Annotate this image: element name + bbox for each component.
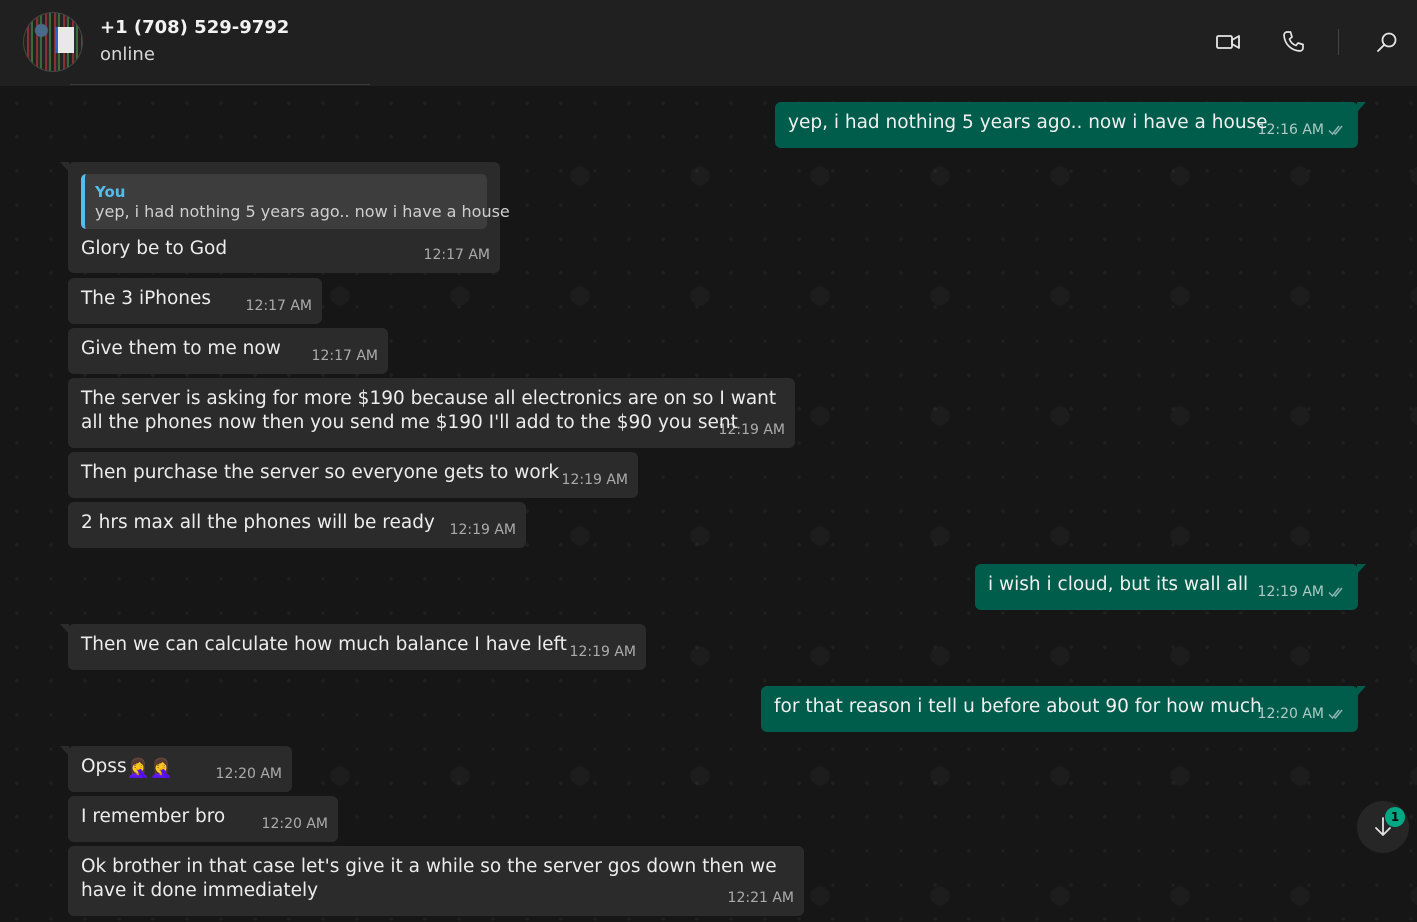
message-text: 2 hrs max all the phones will be ready	[81, 512, 435, 533]
header-underline	[70, 84, 370, 85]
message-meta: 12:19 AM	[1258, 580, 1346, 604]
contact-name[interactable]: +1 (708) 529-9792	[100, 17, 289, 38]
message-bubble-incoming[interactable]: You yep, i had nothing 5 years ago.. now…	[60, 162, 510, 273]
contact-avatar[interactable]	[24, 13, 82, 71]
quoted-message[interactable]: You yep, i had nothing 5 years ago.. now…	[81, 174, 510, 229]
quote-author: You	[95, 183, 126, 201]
message-time: 12:17 AM	[245, 298, 312, 314]
message-time: 12:20 AM	[215, 766, 282, 782]
message-time: 12:19 AM	[569, 644, 636, 660]
message-bubble-incoming[interactable]: The 3 iPhones 12:17 AM	[68, 278, 322, 324]
message-time: 12:20 AM	[261, 816, 328, 832]
message-bubble-incoming[interactable]: The server is asking for more $190 becau…	[68, 378, 795, 448]
message-time: 12:19 AM	[718, 422, 785, 438]
message-time: 12:21 AM	[727, 890, 794, 906]
header-divider	[1338, 29, 1339, 55]
facepalm-emoji: 🤦‍♀️🤦‍♀️	[126, 758, 173, 779]
message-text: Glory be to God	[81, 238, 228, 259]
avatar-image-detail	[55, 27, 74, 53]
message-meta: 12:16 AM	[1258, 118, 1346, 142]
message-time: 12:19 AM	[561, 472, 628, 488]
message-bubble-incoming[interactable]: I remember bro 12:20 AM	[68, 796, 338, 842]
unread-count-badge: 1	[1385, 807, 1405, 827]
message-time: 12:19 AM	[449, 522, 516, 538]
message-bubble-incoming[interactable]: Then we can calculate how much balance I…	[60, 624, 646, 670]
message-bubble-incoming[interactable]: Opss🤦‍♀️🤦‍♀️ 12:20 AM	[60, 746, 292, 792]
message-time: 12:17 AM	[423, 247, 490, 263]
video-call-icon[interactable]	[1214, 28, 1242, 56]
message-text: Ok brother in that case let's give it a …	[81, 856, 783, 901]
message-bubble-outgoing[interactable]: yep, i had nothing 5 years ago.. now i h…	[775, 102, 1366, 148]
search-icon[interactable]	[1373, 28, 1401, 56]
message-bubble-incoming[interactable]: Give them to me now 12:17 AM	[68, 328, 388, 374]
message-time: 12:17 AM	[311, 348, 378, 364]
message-text: Opss	[81, 756, 127, 777]
message-time: 12:16 AM	[1257, 122, 1324, 138]
chat-header: +1 (708) 529-9792 online	[0, 0, 1417, 86]
message-bubble-incoming[interactable]: Ok brother in that case let's give it a …	[68, 846, 804, 916]
read-receipt-icon	[1328, 709, 1343, 720]
message-meta: 12:20 AM	[1258, 702, 1346, 726]
quote-text: yep, i had nothing 5 years ago.. now i h…	[95, 202, 510, 221]
message-bubble-outgoing[interactable]: for that reason i tell u before about 90…	[761, 686, 1366, 732]
message-list[interactable]: yep, i had nothing 5 years ago.. now i h…	[0, 86, 1417, 922]
message-text: Then purchase the server so everyone get…	[81, 462, 560, 483]
message-text: The server is asking for more $190 becau…	[81, 388, 783, 433]
scroll-to-bottom-button[interactable]: 1	[1357, 801, 1409, 853]
contact-status: online	[100, 44, 155, 65]
message-time: 12:19 AM	[1257, 584, 1324, 600]
read-receipt-icon	[1328, 125, 1343, 136]
message-bubble-incoming[interactable]: 2 hrs max all the phones will be ready 1…	[68, 502, 526, 548]
voice-call-icon[interactable]	[1279, 28, 1307, 56]
message-time: 12:20 AM	[1257, 706, 1324, 722]
message-bubble-outgoing[interactable]: i wish i cloud, but its wall all 12:19 A…	[975, 564, 1366, 610]
message-text: Then we can calculate how much balance I…	[81, 634, 567, 655]
message-bubble-incoming[interactable]: Then purchase the server so everyone get…	[68, 452, 638, 498]
read-receipt-icon	[1328, 587, 1343, 598]
